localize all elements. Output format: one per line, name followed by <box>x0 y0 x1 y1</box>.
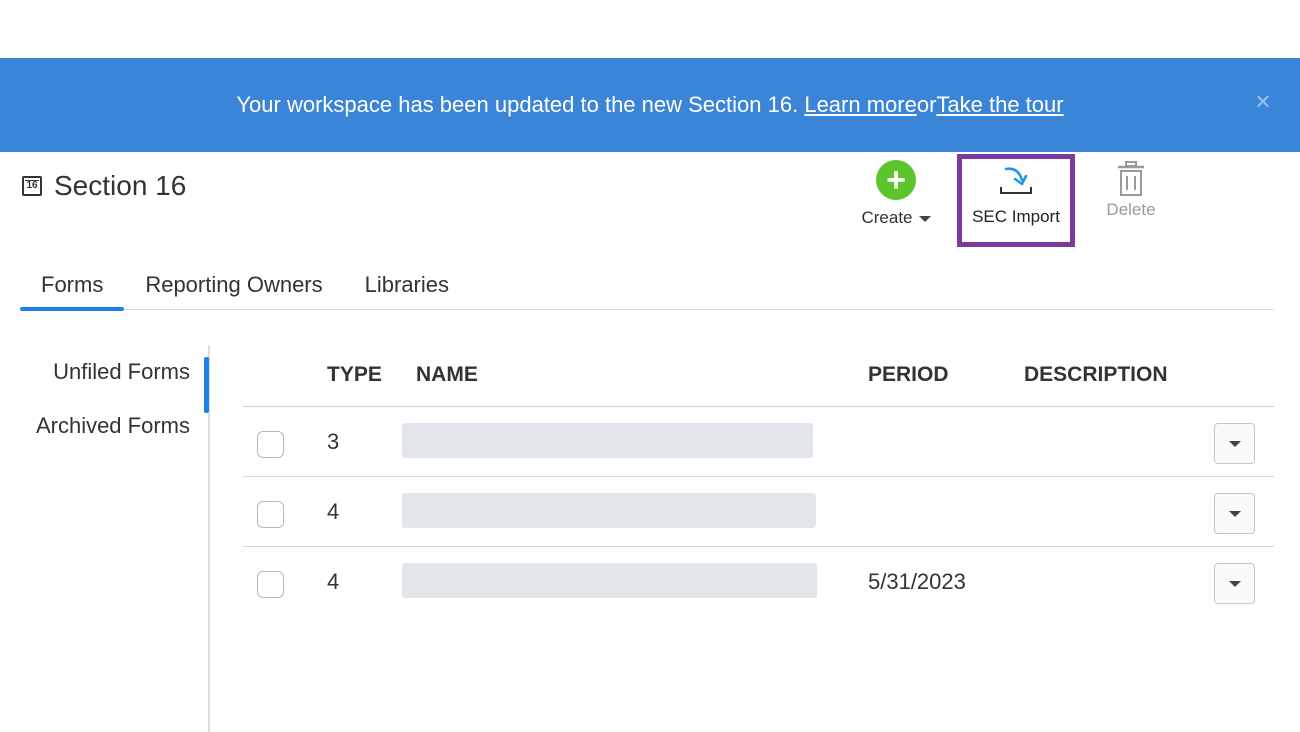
chevron-down-icon <box>918 215 931 222</box>
update-banner: Your workspace has been updated to the n… <box>0 58 1300 152</box>
sec-import-label: SEC Import <box>972 207 1060 226</box>
trash-icon <box>1118 161 1144 196</box>
tab-bar: Forms Reporting Owners Libraries <box>20 270 1274 311</box>
banner-message: Your workspace has been updated to the n… <box>236 92 799 117</box>
create-button[interactable]: + Create <box>856 160 936 228</box>
import-arrow-icon <box>1000 167 1032 194</box>
cell-period: 5/31/2023 <box>868 569 966 594</box>
delete-button[interactable]: Delete <box>1098 160 1164 220</box>
page-title-text: Section 16 <box>54 170 187 201</box>
page-title: 16 Section 16 <box>22 170 186 202</box>
table-row[interactable]: 3 <box>243 407 1274 477</box>
row-menu-button[interactable] <box>1214 563 1255 604</box>
sidebar-item-unfiled-forms[interactable]: Unfiled Forms <box>53 357 209 413</box>
column-header-type[interactable]: TYPE <box>327 363 382 387</box>
learn-more-link[interactable]: Learn more <box>804 92 917 118</box>
cell-name-redacted[interactable] <box>402 563 817 598</box>
sec-import-button[interactable]: SEC Import <box>957 154 1075 247</box>
sidebar-item-archived-forms[interactable]: Archived Forms <box>36 413 190 439</box>
tab-reporting-owners[interactable]: Reporting Owners <box>124 270 343 310</box>
row-menu-button[interactable] <box>1214 493 1255 534</box>
row-checkbox[interactable] <box>257 501 284 528</box>
cell-type: 4 <box>327 569 340 594</box>
table-row[interactable]: 4 5/31/2023 <box>243 547 1274 617</box>
row-checkbox[interactable] <box>257 431 284 458</box>
delete-label: Delete <box>1106 200 1156 219</box>
forms-table: TYPE NAME PERIOD DESCRIPTION 3 4 4 5/31/… <box>243 345 1274 617</box>
cell-name-redacted[interactable] <box>402 423 813 458</box>
tab-libraries[interactable]: Libraries <box>344 270 470 310</box>
column-header-description[interactable]: DESCRIPTION <box>1024 363 1168 387</box>
forms-sidebar: Unfiled Forms Archived Forms <box>0 345 210 732</box>
column-header-name[interactable]: NAME <box>416 363 478 387</box>
close-icon[interactable]: × <box>1252 88 1274 114</box>
column-header-period[interactable]: PERIOD <box>868 363 949 387</box>
calendar-icon: 16 <box>22 176 42 196</box>
cell-type: 3 <box>327 429 340 454</box>
cell-type: 4 <box>327 499 340 524</box>
create-label: Create <box>861 208 913 227</box>
cell-name-redacted[interactable] <box>402 493 816 528</box>
tab-forms[interactable]: Forms <box>20 270 125 311</box>
table-header: TYPE NAME PERIOD DESCRIPTION <box>243 345 1274 407</box>
take-tour-link[interactable]: Take the tour <box>936 92 1063 118</box>
row-checkbox[interactable] <box>257 571 284 598</box>
banner-or-text: or <box>916 92 937 117</box>
row-menu-button[interactable] <box>1214 423 1255 464</box>
table-row[interactable]: 4 <box>243 477 1274 547</box>
plus-circle-icon: + <box>876 160 916 200</box>
